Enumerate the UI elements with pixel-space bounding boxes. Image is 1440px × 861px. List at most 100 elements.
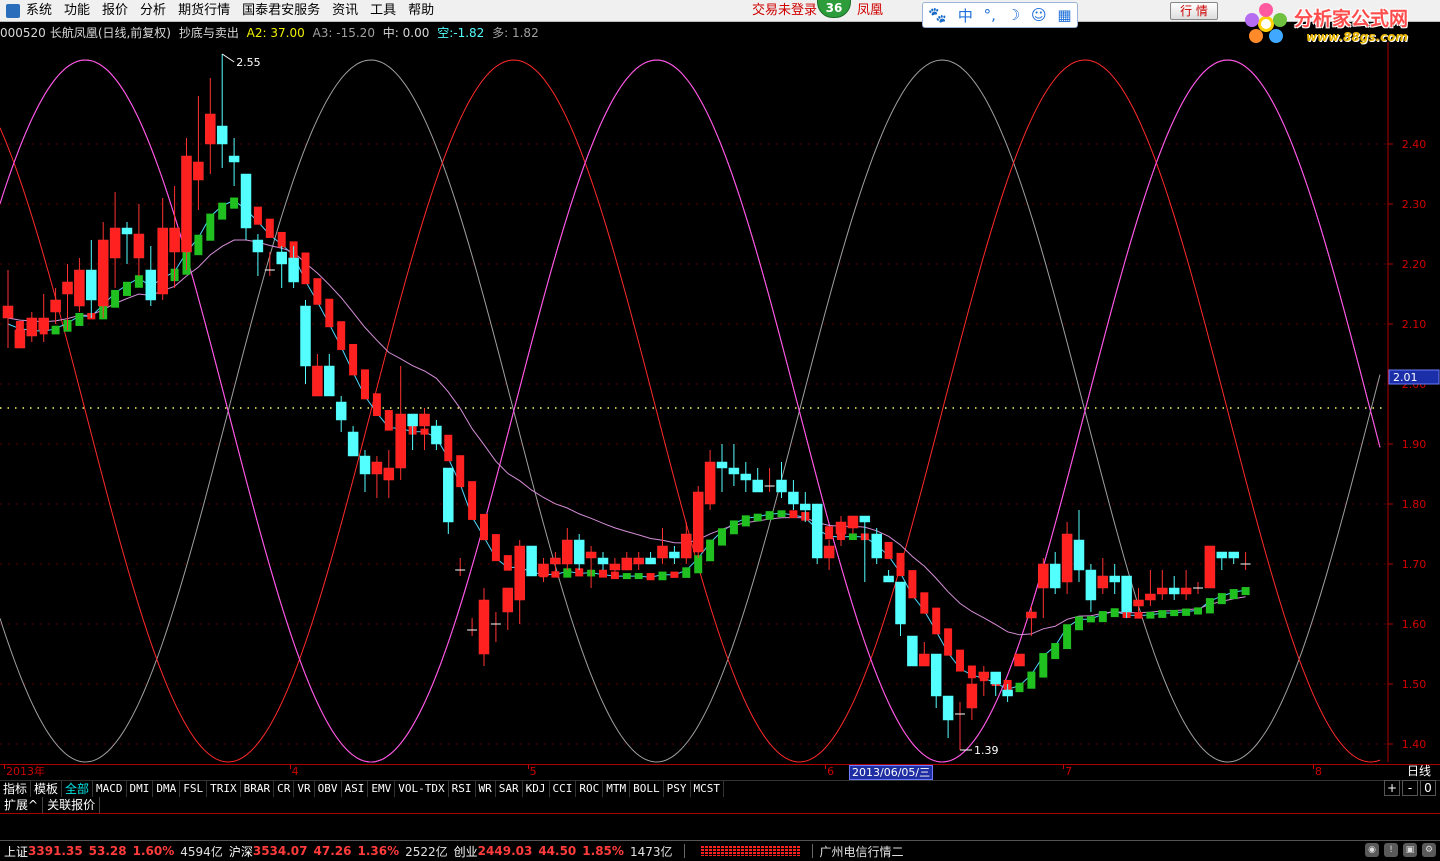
candle-body — [205, 113, 216, 145]
ime-toolbar[interactable]: 🐾 中 °, ☽ ☺ ▦ — [922, 2, 1078, 28]
cy-label[interactable]: 创业 — [454, 843, 478, 860]
menu-help[interactable]: 帮助 — [402, 0, 440, 22]
cycle-curve-2 — [0, 59, 1381, 763]
related-quote-tab[interactable]: 关联报价 — [43, 797, 101, 813]
candle-body — [312, 365, 323, 397]
cy-value: 2449.03 — [477, 844, 533, 858]
hs-label[interactable]: 沪深 — [229, 843, 253, 860]
menu-analysis[interactable]: 分析 — [134, 0, 172, 22]
menu-quote[interactable]: 报价 — [96, 0, 134, 22]
candle-body — [324, 365, 335, 397]
candle-body — [811, 503, 823, 559]
formula-name[interactable]: 抄底与卖出 — [179, 26, 239, 40]
cy-change: 44.50 — [538, 844, 577, 858]
band-block — [134, 275, 143, 288]
indicator-tab-roc[interactable]: ROC — [576, 781, 604, 797]
menu-tools[interactable]: 工具 — [364, 0, 402, 22]
candle-body — [883, 575, 894, 583]
menu-system[interactable]: 系统 — [20, 0, 58, 22]
band-block — [384, 410, 393, 431]
menu-futures[interactable]: 期货行情 — [172, 0, 236, 22]
indicator-tab-cr[interactable]: CR — [274, 781, 295, 797]
candle-body — [288, 257, 299, 283]
indicator-tab-kdj[interactable]: KDJ — [523, 781, 550, 797]
band-block — [1051, 643, 1060, 660]
cycle-curve-1 — [0, 59, 1381, 763]
band-block — [337, 321, 346, 350]
time-axis-tick — [4, 765, 5, 769]
status-icons: ◉ ! ▣ ⚙ — [1365, 843, 1436, 857]
candle-body — [597, 557, 609, 565]
kline-chart[interactable]: 1.401.501.601.701.801.902.002.102.202.30… — [0, 42, 1440, 764]
paw-icon[interactable]: 🐾 — [928, 6, 947, 24]
band-block — [1182, 608, 1191, 616]
alert-icon[interactable]: ! — [1384, 843, 1398, 857]
cycle-curve-3 — [0, 59, 1381, 763]
candle-body — [1061, 533, 1073, 583]
settings-icon[interactable]: ⚙ — [1422, 843, 1436, 857]
candle-body — [704, 461, 716, 505]
cycle-curve-4 — [0, 59, 1381, 763]
indicator-tab-模板[interactable]: 模板 — [31, 781, 63, 797]
lock-icon[interactable]: ▣ — [1403, 843, 1417, 857]
indicator-tab-mcst[interactable]: MCST — [691, 781, 725, 797]
indicator-tab-vol-tdx[interactable]: VOL-TDX — [395, 781, 449, 797]
indicator-tab-全部[interactable]: 全部 — [62, 781, 94, 797]
indicator-tab-dma[interactable]: DMA — [153, 781, 181, 797]
user-icon[interactable]: ☺ — [1031, 6, 1047, 24]
indicator-tab-asi[interactable]: ASI — [342, 781, 369, 797]
band-block — [706, 539, 715, 562]
menu-news[interactable]: 资讯 — [326, 0, 364, 22]
band-block — [599, 569, 607, 578]
grid-icon[interactable]: ▦ — [1057, 6, 1071, 24]
cy-pct: 1.85% — [582, 844, 624, 858]
price-axis: 1.401.501.601.701.801.902.002.102.202.30… — [1387, 42, 1440, 762]
indicator-tab-cci[interactable]: CCI — [550, 781, 577, 797]
quote-button[interactable]: 行 情 — [1170, 2, 1218, 20]
indicator-tab-brar[interactable]: BRAR — [241, 781, 275, 797]
candle-body — [359, 455, 371, 475]
punctuation-icon[interactable]: °, — [984, 6, 996, 24]
zh-mode-icon[interactable]: 中 — [958, 5, 973, 26]
indicator-tab-dmi[interactable]: DMI — [127, 781, 154, 797]
connection-icon[interactable]: ◉ — [1365, 843, 1379, 857]
indicator-tab-mtm[interactable]: MTM — [603, 781, 631, 797]
band-block — [1134, 612, 1143, 619]
indicator-tab-sar[interactable]: SAR — [496, 781, 523, 797]
candle-body — [550, 557, 561, 565]
expand-tab[interactable]: 扩展^ — [0, 797, 44, 813]
indicator-tab-macd[interactable]: MACD — [93, 781, 127, 797]
sh-pct: 1.60% — [132, 844, 175, 858]
period-label[interactable]: 日线 — [1398, 764, 1440, 779]
indicator-tab-rsi[interactable]: RSI — [449, 781, 476, 797]
band-block — [503, 555, 512, 571]
indicator-tab-obv[interactable]: OBV — [315, 781, 342, 797]
band-block — [230, 197, 239, 209]
candle-body — [823, 545, 835, 559]
menu-broker-service[interactable]: 国泰君安服务 — [236, 0, 326, 22]
zoom-out-button[interactable]: - — [1402, 780, 1418, 796]
candle-body — [990, 671, 1001, 685]
indicator-tab-vr[interactable]: VR — [294, 781, 315, 797]
hs-change: 47.26 — [313, 844, 352, 858]
moon-icon[interactable]: ☽ — [1007, 6, 1020, 24]
band-block — [265, 218, 274, 238]
indicator-tab-wr[interactable]: WR — [476, 781, 496, 797]
candle-body — [740, 473, 752, 481]
reset-button[interactable]: 0 — [1420, 780, 1436, 796]
candle-body — [300, 305, 311, 367]
indicator-tab-psy[interactable]: PSY — [664, 781, 691, 797]
sh-label[interactable]: 上证 — [4, 843, 28, 860]
indicator-tab-fsl[interactable]: FSL — [180, 781, 208, 797]
indicator-tab-emv[interactable]: EMV — [368, 781, 396, 797]
candle-body — [86, 269, 97, 301]
menu-function[interactable]: 功能 — [58, 0, 96, 22]
zoom-in-button[interactable]: + — [1384, 780, 1400, 796]
price-tick-label: 1.40 — [1402, 738, 1427, 751]
band-block — [884, 541, 893, 559]
data-feed-name[interactable]: 广州电信行情二 — [819, 843, 903, 860]
indicator-tab-boll[interactable]: BOLL — [630, 781, 664, 797]
indicator-tab-指标[interactable]: 指标 — [0, 781, 32, 797]
chart-header: 000520 长航凤凰(日线,前复权) 抄底与卖出 A2: 37.00 A3: -… — [0, 24, 543, 40]
indicator-tab-trix[interactable]: TRIX — [207, 781, 241, 797]
